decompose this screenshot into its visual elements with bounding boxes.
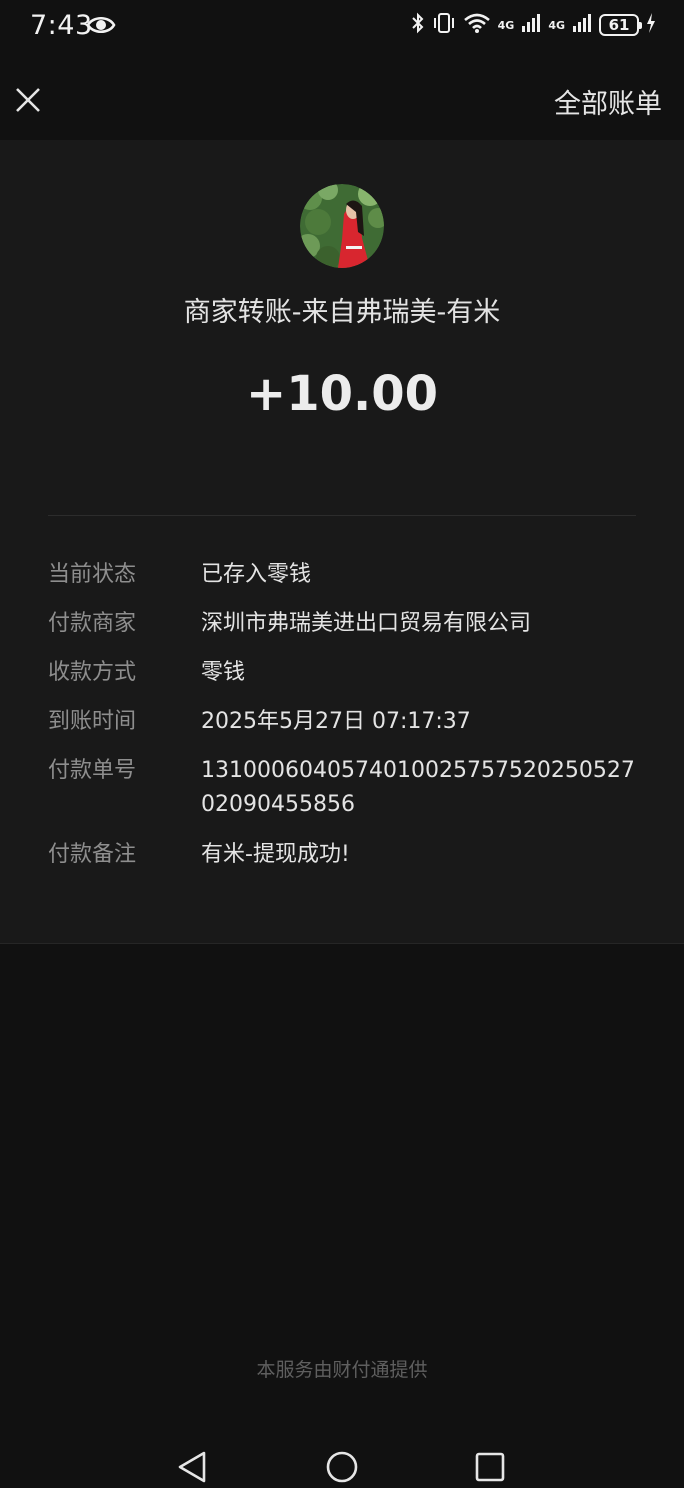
status-label: 当前状态 [48, 562, 137, 587]
transaction-amount: +10.00 [245, 366, 439, 422]
transaction-title: 商家转账-来自弗瑞美-有米 [183, 297, 501, 328]
bluetooth-icon [411, 12, 425, 38]
time-value: 2025年5月27日 07:17:37 [201, 709, 471, 734]
order-number[interactable]: 1310006040574010025757520250527020904558… [201, 754, 641, 822]
signal-icon [572, 13, 592, 37]
home-circle-icon [326, 1451, 358, 1483]
provider-note: 本服务由财付通提供 [256, 1359, 428, 1381]
method-value: 零钱 [201, 660, 246, 685]
status-time: 7:43 [30, 10, 93, 41]
time-label: 到账时间 [48, 709, 137, 734]
status-bar: 7:43 4G 4G 61 [0, 0, 684, 52]
vibrate-icon [432, 12, 456, 38]
merchant-avatar [300, 184, 384, 268]
order-label: 付款单号 [48, 758, 137, 783]
nav-home-button[interactable] [325, 1450, 359, 1488]
close-icon [16, 88, 40, 112]
detail-row-method: 收款方式 零钱 [48, 656, 648, 690]
detail-row-time: 到账时间 2025年5月27日 07:17:37 [48, 705, 648, 739]
divider [48, 515, 636, 516]
nav-recents-button[interactable] [474, 1450, 506, 1488]
status-value: 已存入零钱 [201, 562, 312, 587]
all-bills-link[interactable]: 全部账单 [554, 82, 662, 121]
nav-back-button[interactable] [176, 1450, 208, 1488]
close-button[interactable] [12, 84, 44, 116]
navigation-bar [0, 1440, 684, 1485]
charging-icon [646, 12, 656, 38]
remark-label: 付款备注 [48, 842, 137, 867]
network-label-2: 4G [548, 18, 565, 32]
battery-level: 61 [608, 16, 630, 34]
detail-row-merchant: 付款商家 深圳市弗瑞美进出口贸易有限公司 [48, 607, 648, 641]
signal-icon [521, 13, 541, 37]
back-triangle-icon [178, 1451, 206, 1483]
detail-row-status: 当前状态 已存入零钱 [48, 558, 648, 592]
status-icons: 4G 4G 61 [411, 11, 656, 39]
battery-icon: 61 [599, 14, 642, 36]
network-label-1: 4G [497, 18, 515, 32]
detail-row-order: 付款单号 13100060405740100257575202505270209… [48, 754, 648, 822]
merchant-label: 付款商家 [48, 611, 137, 636]
wifi-icon [463, 12, 491, 38]
transaction-card: 商家转账-来自弗瑞美-有米 +10.00 当前状态 已存入零钱 付款商家 深圳市… [0, 140, 684, 944]
merchant-value: 深圳市弗瑞美进出口贸易有限公司 [201, 611, 532, 636]
eye-icon [86, 13, 116, 41]
remark-value: 有米-提现成功! [201, 842, 350, 867]
method-label: 收款方式 [48, 660, 137, 685]
detail-row-remark: 付款备注 有米-提现成功! [48, 838, 648, 872]
recents-square-icon [475, 1452, 505, 1482]
